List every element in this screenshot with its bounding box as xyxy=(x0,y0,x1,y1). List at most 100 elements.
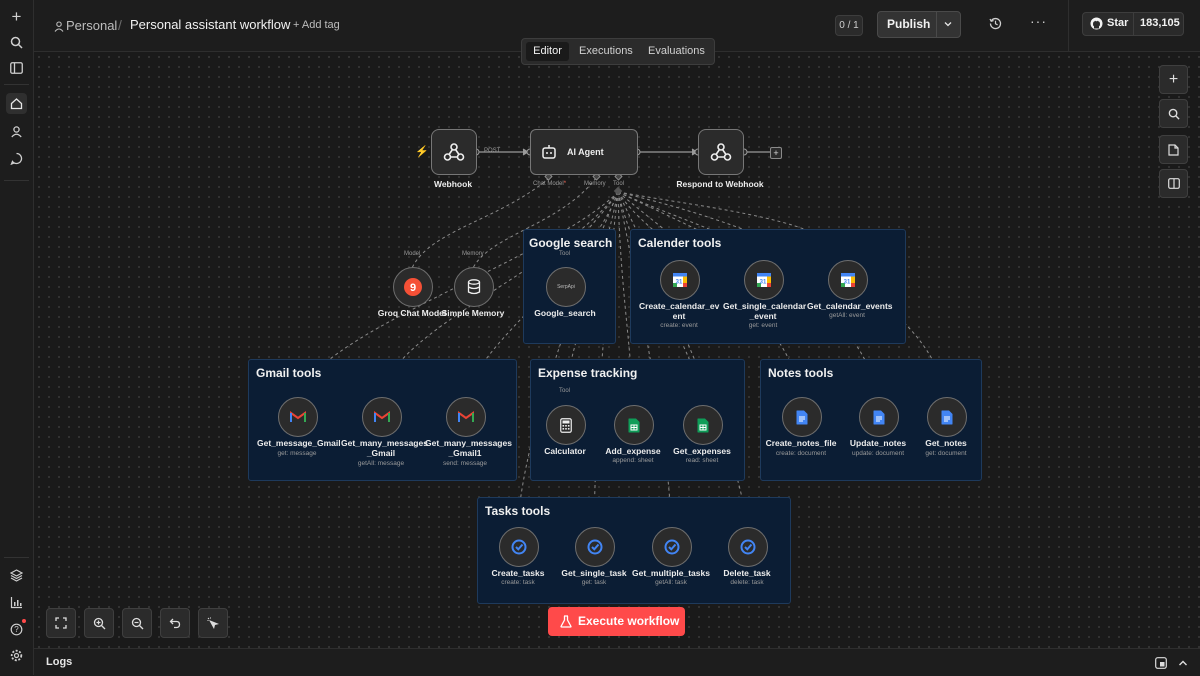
create-notes-file-label: Create_notes_file xyxy=(765,438,837,448)
search-nodes-icon[interactable] xyxy=(1159,99,1188,128)
group-title: Calender tools xyxy=(638,236,722,250)
zoom-out-icon[interactable] xyxy=(122,608,152,638)
update-notes-node[interactable] xyxy=(859,397,899,437)
create-tasks-label: Create_tasks xyxy=(491,568,545,578)
tab-editor[interactable]: Editor xyxy=(526,42,569,61)
get-multiple-tasks-node[interactable] xyxy=(652,527,692,567)
robot-icon xyxy=(542,145,556,159)
model-handle-label: Model xyxy=(404,251,421,257)
trigger-bolt-icon: ⚡ xyxy=(415,146,429,158)
webhook-node[interactable] xyxy=(431,129,477,175)
undo-icon[interactable] xyxy=(160,608,190,638)
create-tasks-sub: create: task xyxy=(501,579,535,586)
get-message-gmail-label: Get_message_Gmail xyxy=(257,438,341,448)
get-single-calendar-event-label: Get_single_calendar _event xyxy=(723,301,807,321)
google-docs-icon xyxy=(796,410,808,424)
get-many-messages-gmail1-node[interactable] xyxy=(446,397,486,437)
get-calendar-events-label: Get_calendar_events xyxy=(807,301,893,311)
tool-handle-label: Tool xyxy=(559,251,571,257)
google-calendar-icon: 31 xyxy=(673,273,687,287)
svg-text:31: 31 xyxy=(760,280,767,286)
get-single-calendar-event-node[interactable]: 31 xyxy=(744,260,784,300)
webhook-icon xyxy=(710,143,732,161)
get-message-gmail-node[interactable] xyxy=(278,397,318,437)
google-tasks-icon xyxy=(587,539,603,555)
serpapi-icon: SerpApi xyxy=(557,284,575,290)
get-many-messages-gmail-node[interactable] xyxy=(362,397,402,437)
gmail-icon xyxy=(458,411,474,422)
get-notes-node[interactable] xyxy=(927,397,967,437)
group-title: Tasks tools xyxy=(485,504,551,518)
tool-handle-label: Tool xyxy=(559,388,571,394)
get-many-messages-gmail1-label: Get_many_messages _Gmail1 xyxy=(425,438,512,458)
simple-memory-label: Simple Memory xyxy=(441,308,505,318)
gmail-icon xyxy=(290,411,306,422)
simple-memory-node[interactable] xyxy=(454,267,494,307)
get-expenses-sub: read: sheet xyxy=(685,457,719,464)
google-sheets-icon xyxy=(628,418,640,432)
webhook-method-label: POST xyxy=(484,148,501,154)
add-node-button[interactable]: + xyxy=(770,147,782,159)
calculator-icon xyxy=(560,417,572,433)
panel-toggle-icon[interactable] xyxy=(1159,169,1188,198)
google-tasks-icon xyxy=(511,539,527,555)
gmail-icon xyxy=(374,411,390,422)
memory-sub-handle-label: Memory xyxy=(462,251,484,257)
create-notes-file-sub: create: document xyxy=(775,450,827,457)
add-node-plus-icon[interactable]: + xyxy=(1159,65,1188,94)
delete-task-sub: delete: task xyxy=(730,579,764,586)
create-calendar-event-node[interactable]: 31 xyxy=(660,260,700,300)
get-single-task-sub: get: task xyxy=(581,579,607,586)
google-search-node[interactable]: SerpApi xyxy=(546,267,586,307)
add-expense-label: Add_expense xyxy=(605,446,661,456)
respond-webhook-node[interactable] xyxy=(698,129,744,175)
get-many-messages-gmail1-sub: send: message xyxy=(442,460,488,467)
respond-webhook-label: Respond to Webhook xyxy=(676,179,764,189)
group-title: Notes tools xyxy=(768,366,834,380)
delete-task-label: Delete_task xyxy=(723,568,771,578)
flask-icon xyxy=(560,615,572,628)
google-tasks-icon xyxy=(664,539,680,555)
ai-agent-node[interactable]: AI Agent xyxy=(530,129,638,175)
tab-executions[interactable]: Executions xyxy=(579,45,633,57)
get-calendar-events-node[interactable]: 31 xyxy=(828,260,868,300)
zoom-in-icon[interactable] xyxy=(84,608,114,638)
create-calendar-event-label: Create_calendar_ev ent xyxy=(639,301,720,321)
sticky-note-icon[interactable] xyxy=(1159,135,1188,164)
tab-evaluations[interactable]: Evaluations xyxy=(648,45,705,57)
fit-view-icon[interactable] xyxy=(46,608,76,638)
execute-workflow-button[interactable]: Execute workflow xyxy=(548,607,685,636)
get-single-task-node[interactable] xyxy=(575,527,615,567)
create-notes-file-node[interactable] xyxy=(782,397,822,437)
chat-model-handle-label: Chat Model* xyxy=(533,181,567,187)
google-sheets-icon xyxy=(697,418,709,432)
google-search-label: Google_search xyxy=(534,308,596,318)
create-calendar-event-sub: create: event xyxy=(660,322,698,329)
google-calendar-icon: 31 xyxy=(757,273,771,287)
get-multiple-tasks-label: Get_multiple_tasks xyxy=(632,568,710,578)
chevron-up-icon[interactable] xyxy=(1177,656,1189,674)
get-expenses-label: Get_expenses xyxy=(673,446,731,456)
add-expense-node[interactable] xyxy=(614,405,654,445)
svg-text:31: 31 xyxy=(676,280,683,286)
calculator-node[interactable] xyxy=(546,405,586,445)
svg-text:31: 31 xyxy=(844,280,851,286)
create-tasks-node[interactable] xyxy=(499,527,539,567)
popout-icon[interactable] xyxy=(1155,656,1167,674)
get-many-messages-gmail-label: Get_many_messages _Gmail xyxy=(341,438,428,458)
get-multiple-tasks-sub: getAll: task xyxy=(655,579,687,586)
tidy-up-icon[interactable] xyxy=(198,608,228,638)
google-tasks-icon xyxy=(740,539,756,555)
get-notes-sub: get: document xyxy=(925,450,967,457)
execute-workflow-label: Execute workflow xyxy=(578,614,680,628)
get-calendar-events-sub: getAll: event xyxy=(829,312,865,319)
delete-task-node[interactable] xyxy=(728,527,768,567)
group-title: Google search xyxy=(529,236,613,250)
groq-chat-model-node[interactable]: 9 xyxy=(393,267,433,307)
ai-agent-label: AI Agent xyxy=(567,147,604,157)
get-single-task-label: Get_single_task xyxy=(561,568,627,578)
logs-panel[interactable]: Logs xyxy=(34,648,1200,676)
get-expenses-node[interactable] xyxy=(683,405,723,445)
group-title: Gmail tools xyxy=(256,366,322,380)
group-title: Expense tracking xyxy=(538,366,638,380)
